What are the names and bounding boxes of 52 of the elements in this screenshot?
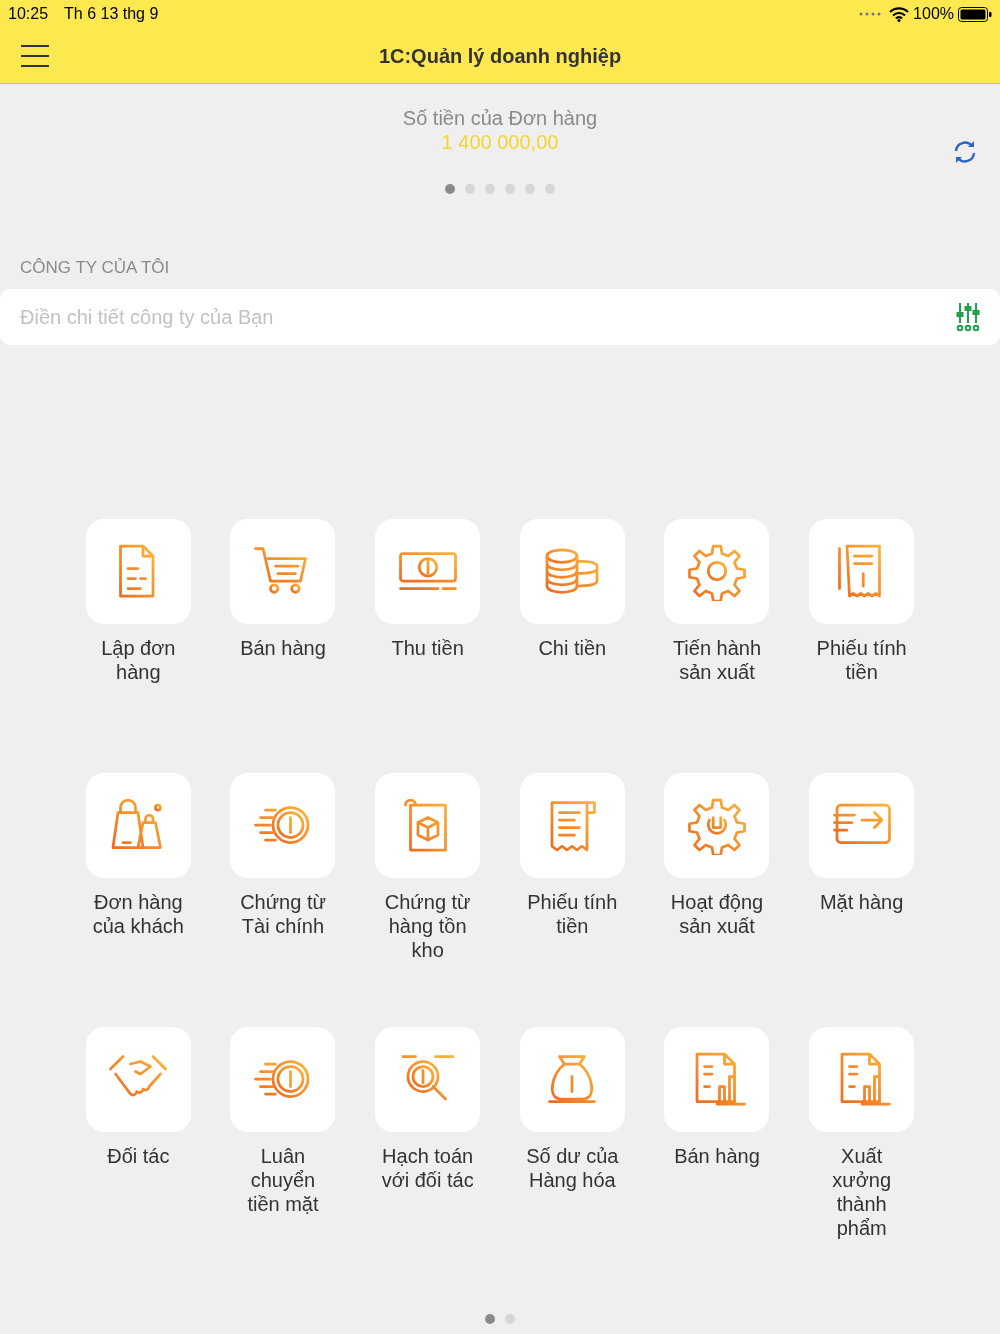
filter-settings-icon[interactable] [956, 301, 980, 332]
menu-tile[interactable] [809, 518, 915, 624]
menu-tile[interactable] [664, 772, 770, 878]
refresh-icon [952, 140, 978, 164]
menu-tile[interactable] [519, 772, 625, 878]
tile-label: Luân chuyển tiền mặt [246, 1143, 320, 1216]
tile-label: Đơn hàng của khách [91, 889, 185, 938]
menu-button[interactable] [21, 44, 51, 67]
menu-tile[interactable] [230, 1026, 336, 1132]
company-field[interactable]: Điền chi tiết công ty của Bạn [0, 288, 1000, 345]
menu-tile[interactable] [375, 772, 481, 878]
menu-tile[interactable] [664, 1026, 770, 1132]
menu-tile[interactable] [809, 772, 915, 878]
input-field[interactable]: Điền chi tiết công ty của Bạn [20, 301, 956, 332]
tile-label: Xuất xưởng thành phẩm [831, 1143, 893, 1240]
menu-tile[interactable] [664, 518, 770, 624]
tile-label: Chi tiền [537, 635, 608, 660]
tile-label: Hoạt động sản xuất [669, 889, 765, 938]
battery-percent: 100% [913, 4, 954, 24]
menu-tile[interactable] [519, 1026, 625, 1132]
tile-label: Tiến hành sản xuất [671, 635, 763, 684]
tile-label: Chứng từ hàng tồn kho [383, 889, 472, 962]
status-date: Th 6 13 thg 9 [64, 4, 159, 24]
app-title: 1C:Quản lý doanh nghiệp [378, 44, 622, 67]
tile-label: Lập đơn hàng [100, 635, 177, 684]
summary-label: Số tiền của Đơn hàng [402, 106, 598, 130]
summary-value: 1 400 000,00 [441, 130, 559, 154]
status-time: 10:25 [8, 4, 49, 24]
tile-label: Bán hàng [673, 1143, 761, 1168]
tile-label: Bán hàng [239, 635, 327, 660]
menu-tile[interactable] [375, 518, 481, 624]
menu-tile[interactable] [230, 772, 336, 878]
tile-label: Phiếu tính tiền [526, 889, 619, 938]
menu-tile[interactable] [809, 1026, 915, 1132]
wifi-icon [889, 6, 910, 22]
tile-label: Hạch toán với đối tác [380, 1143, 475, 1192]
tile-label: Đối tác [106, 1143, 171, 1168]
menu-tile[interactable] [85, 518, 191, 624]
battery-icon [958, 6, 992, 22]
refresh-button[interactable] [952, 140, 978, 164]
menu-tile[interactable] [230, 518, 336, 624]
tile-label: Số dư của Hàng hóa [525, 1143, 620, 1192]
menu-tile[interactable] [85, 1026, 191, 1132]
menu-tile[interactable] [85, 772, 191, 878]
tile-label: Phiếu tính tiền [815, 635, 908, 684]
menu-tile[interactable] [375, 1026, 481, 1132]
menu-tile[interactable] [519, 518, 625, 624]
signal-icon [859, 11, 882, 17]
tile-label: Mặt hàng [818, 889, 905, 914]
tile-label: Thu tiền [390, 635, 465, 660]
tile-label: Chứng từ Tài chính [239, 889, 327, 938]
section-heading: CÔNG TY CỦA TÔI [20, 258, 170, 277]
